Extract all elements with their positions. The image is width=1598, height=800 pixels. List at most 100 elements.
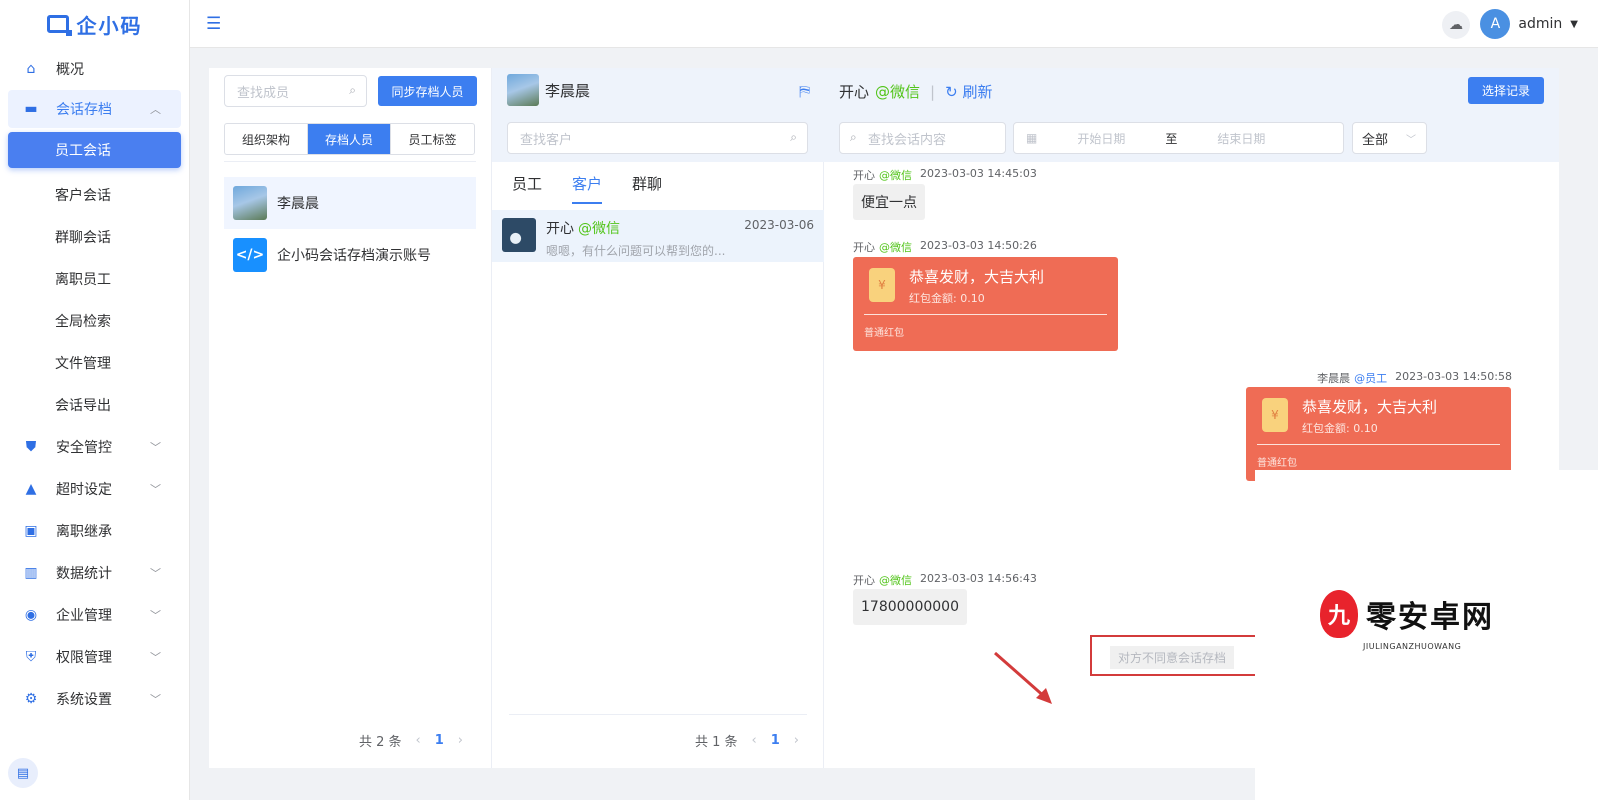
menu-label: 安全管控: [56, 440, 112, 456]
red-packet-amount: 红包金额: 0.10: [909, 292, 985, 305]
cloud-download-icon[interactable]: ☁: [1442, 11, 1470, 39]
search-icon: ⌕: [850, 130, 857, 144]
divider: [224, 161, 476, 162]
sender-name: 开心: [853, 574, 875, 587]
watermark-text: 零安卓网: [1366, 600, 1494, 635]
message-meta: 开心 @微信 2023-03-03 14:50:26: [853, 239, 1037, 255]
divider: [1257, 444, 1500, 445]
menu-permission[interactable]: ⛨ 权限管理 ﹀: [0, 636, 189, 678]
tab-tags[interactable]: 员工标签: [391, 124, 474, 154]
search-placeholder: 查找成员: [237, 85, 290, 101]
date-range-picker[interactable]: ▦ 开始日期 至 结束日期: [1013, 122, 1344, 154]
chevron-down-icon: ﹀: [150, 567, 161, 580]
red-packet-title: 恭喜发财，大吉大利: [909, 268, 1045, 286]
user-menu[interactable]: A admin ▼: [1480, 9, 1578, 39]
tab-group[interactable]: 群聊: [632, 173, 662, 204]
avatar: [507, 74, 539, 106]
member-name: 企小码会话存档演示账号: [277, 248, 431, 264]
current-employee: 李晨晨: [507, 74, 590, 106]
end-date[interactable]: 结束日期: [1217, 130, 1265, 147]
menu-company[interactable]: ◉ 企业管理 ﹀: [0, 594, 189, 636]
menu-overview[interactable]: ⌂ 概况: [0, 48, 189, 90]
message-type-select[interactable]: 全部 ﹀: [1352, 122, 1427, 154]
red-packet-card[interactable]: ¥ 恭喜发财，大吉大利 红包金额: 0.10 普通红包: [1246, 387, 1511, 481]
submenu-global-search[interactable]: 全局检索: [0, 300, 189, 342]
message-meta: 李晨晨 @员工 2023-03-03 14:50:58: [1317, 370, 1512, 386]
page-number[interactable]: 1: [435, 733, 444, 748]
menu-label: 数据统计: [56, 566, 112, 582]
submenu-label: 文件管理: [55, 356, 111, 372]
submenu-customer-chat[interactable]: 客户会话: [0, 174, 189, 216]
red-packet-type: 普通红包: [1257, 458, 1297, 469]
chat-search-input[interactable]: ⌕ 查找会话内容: [839, 122, 1006, 154]
top-bar: ☰ ☁ A admin ▼: [190, 0, 1598, 48]
submenu-group-chat[interactable]: 群聊会话: [0, 216, 189, 258]
page-number[interactable]: 1: [771, 733, 780, 748]
lock-shield-icon: ⛨: [25, 649, 37, 665]
submenu-employee-chat[interactable]: 员工会话: [8, 132, 181, 168]
gear-icon: ⚙: [24, 691, 38, 707]
search-icon: ⌕: [349, 83, 356, 97]
bell-icon: ▲: [25, 481, 37, 497]
menu-overview-label: 概况: [56, 62, 84, 78]
home-icon: ⌂: [26, 61, 36, 77]
shield-icon: ⛊: [25, 439, 37, 455]
start-date[interactable]: 开始日期: [1077, 130, 1125, 147]
member-item[interactable]: </> 企小码会话存档演示账号: [224, 229, 476, 281]
menu-archive[interactable]: ▬ 会话存档 ︿: [8, 90, 181, 128]
red-packet-amount: 红包金额: 0.10: [1302, 422, 1378, 435]
prev-page-icon[interactable]: ‹: [752, 733, 757, 748]
code-icon: </>: [233, 238, 267, 272]
conversation-item[interactable]: 开心 @微信 嗯嗯，有什么问题可以帮到您的... 2023-03-06: [492, 210, 824, 262]
watermark: 九 零安卓网: [1320, 590, 1494, 638]
member-panel: 查找成员 ⌕ 同步存档人员 组织架构 存档人员 员工标签 李晨晨 </> 企小码…: [209, 68, 492, 768]
brand-name: 企小码: [76, 13, 143, 38]
tab-employee[interactable]: 员工: [512, 173, 542, 204]
menu-security[interactable]: ⛊ 安全管控 ﹀: [0, 426, 189, 468]
message-meta: 开心 @微信 2023-03-03 14:56:43: [853, 572, 1037, 588]
next-page-icon[interactable]: ›: [458, 733, 463, 748]
submenu-label: 离职员工: [55, 272, 111, 288]
sync-archive-button[interactable]: 同步存档人员: [378, 76, 477, 106]
conversation-date: 2023-03-06: [744, 218, 814, 232]
customer-header: 李晨晨 ⛿ 查找客户 ⌕: [492, 68, 824, 162]
member-pagination: 共 2 条 ‹ 1 ›: [359, 731, 463, 750]
divider: |: [930, 82, 936, 101]
menu-settings[interactable]: ⚙ 系统设置 ﹀: [0, 678, 189, 720]
sender-source: @员工: [1354, 372, 1388, 385]
red-packet-card[interactable]: ¥ 恭喜发财，大吉大利 红包金额: 0.10 普通红包: [853, 257, 1118, 351]
search-placeholder: 查找客户: [520, 132, 573, 148]
sender-source: @微信: [879, 169, 912, 182]
contact-name: 开心: [546, 221, 574, 237]
menu-archive-label: 会话存档: [56, 102, 112, 118]
menu-timeout[interactable]: ▲ 超时设定 ﹀: [0, 468, 189, 510]
refresh-button[interactable]: ↻ 刷新: [945, 81, 992, 102]
brand-logo[interactable]: 企小码: [0, 0, 189, 48]
customer-search-input[interactable]: 查找客户 ⌕: [507, 122, 808, 154]
chat-title: 开心 @微信 | ↻ 刷新: [839, 81, 992, 102]
tab-archived[interactable]: 存档人员: [308, 124, 391, 154]
prev-page-icon[interactable]: ‹: [416, 733, 421, 748]
sender-source: @微信: [879, 574, 912, 587]
red-packet-type: 普通红包: [864, 328, 904, 339]
next-page-icon[interactable]: ›: [794, 733, 799, 748]
annotation-arrow-icon: [994, 651, 1052, 704]
tab-org[interactable]: 组织架构: [225, 124, 308, 154]
member-item[interactable]: 李晨晨: [224, 177, 476, 229]
avatar: [502, 218, 536, 252]
person-card-icon: ▣: [24, 523, 38, 539]
member-search-input[interactable]: 查找成员 ⌕: [224, 75, 367, 107]
message-bubble: 便宜一点: [853, 184, 925, 220]
submenu-export[interactable]: 会话导出: [0, 384, 189, 426]
select-records-button[interactable]: 选择记录: [1468, 77, 1544, 104]
collapse-menu-icon[interactable]: ☰: [206, 14, 221, 34]
submenu-files[interactable]: 文件管理: [0, 342, 189, 384]
menu-stats[interactable]: ▥ 数据统计 ﹀: [0, 552, 189, 594]
org-chart-icon[interactable]: ⛿: [799, 82, 810, 100]
document-icon[interactable]: ▤: [8, 758, 38, 788]
customer-pagination: 共 1 条 ‹ 1 ›: [695, 731, 799, 750]
sidebar: 企小码 ⌂ 概况 ▬ 会话存档 ︿ 员工会话 客户会话 群聊会话 离职员工 全局…: [0, 0, 190, 800]
submenu-resigned[interactable]: 离职员工: [0, 258, 189, 300]
tab-customer[interactable]: 客户: [572, 173, 603, 204]
menu-inherit[interactable]: ▣ 离职继承: [0, 510, 189, 552]
